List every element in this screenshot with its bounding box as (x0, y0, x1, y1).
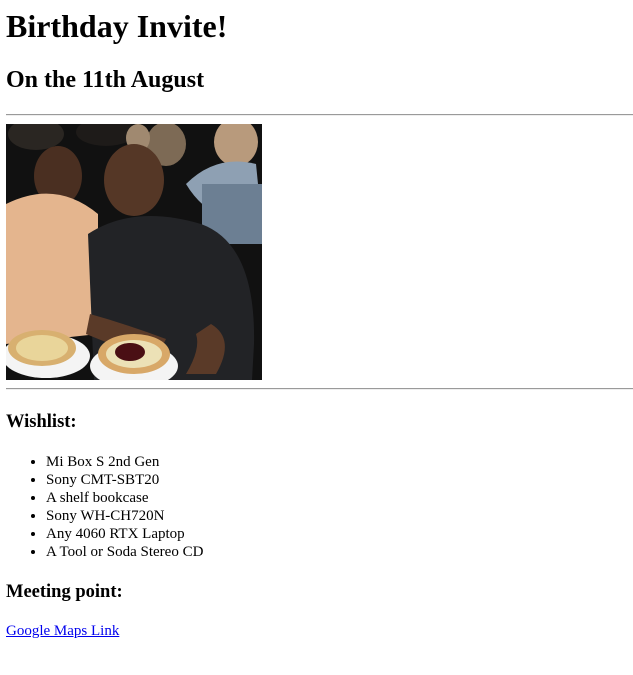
wishlist-item: Sony WH-CH720N (46, 507, 633, 525)
wishlist-heading: Wishlist: (6, 412, 77, 432)
divider-top (6, 114, 633, 116)
wishlist-item: A Tool or Soda Stereo CD (46, 543, 633, 561)
wishlist-item: Mi Box S 2nd Gen (46, 453, 633, 471)
wishlist-item: Any 4060 RTX Laptop (46, 525, 633, 543)
date-heading: On the 11th August (6, 67, 205, 93)
wishlist: Mi Box S 2nd Gen Sony CMT-SBT20 A shelf … (6, 453, 633, 561)
wishlist-item: A shelf bookcase (46, 489, 633, 507)
google-maps-link[interactable]: Google Maps Link (6, 622, 119, 640)
wishlist-item: Sony CMT-SBT20 (46, 471, 633, 489)
invite-page: Birthday Invite! On the 11th August Wish… (0, 0, 633, 675)
party-photo (6, 124, 262, 380)
meeting-point-heading: Meeting point: (6, 582, 123, 602)
page-title: Birthday Invite! (6, 8, 228, 44)
divider-bottom (6, 388, 633, 390)
